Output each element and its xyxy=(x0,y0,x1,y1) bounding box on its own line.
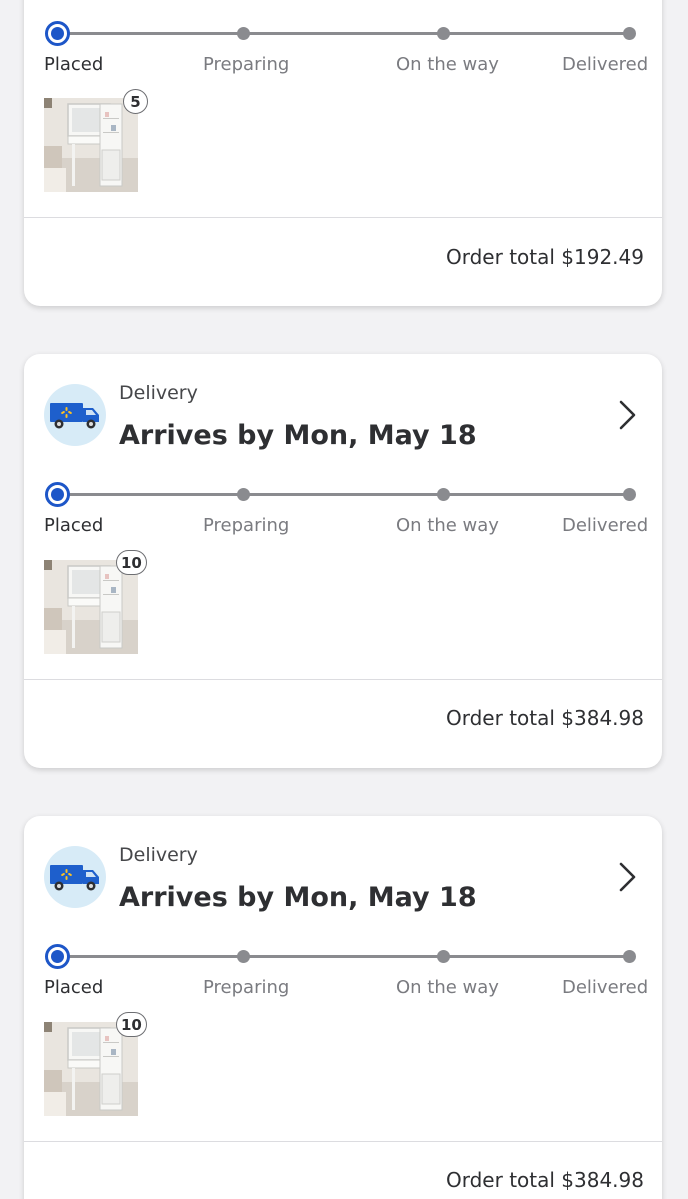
order-total: Order total $384.98 xyxy=(446,706,644,730)
stage-label-on-the-way: On the way xyxy=(396,977,499,998)
card-divider xyxy=(24,679,662,680)
stage-label-delivered: Delivered xyxy=(562,977,649,998)
order-total: Order total $384.98 xyxy=(446,1168,644,1192)
tracker-dot-delivered xyxy=(623,27,636,40)
delivery-truck-icon xyxy=(44,846,106,908)
stage-label-placed: Placed xyxy=(44,977,104,998)
tracker-dot-preparing xyxy=(237,27,250,40)
item-count-badge: 10 xyxy=(116,550,147,575)
delivery-label: Delivery xyxy=(119,844,198,866)
arrival-date: Arrives by Mon, May 18 xyxy=(119,420,477,451)
order-total: Order total $192.49 xyxy=(446,245,644,269)
stage-label-delivered: Delivered xyxy=(562,54,649,75)
vanity-desk-image xyxy=(44,98,138,192)
stage-label-preparing: Preparing xyxy=(203,54,290,75)
card-header[interactable]: Delivery Arrives by Mon, May 18 xyxy=(24,354,662,464)
tracker-dot-preparing xyxy=(237,488,250,501)
chevron-right-icon[interactable] xyxy=(614,860,640,894)
stage-label-preparing: Preparing xyxy=(203,515,290,536)
tracker-dot-delivered xyxy=(623,950,636,963)
tracker-line xyxy=(58,32,630,35)
tracker-dot-preparing xyxy=(237,950,250,963)
item-count-badge: 5 xyxy=(123,89,148,114)
card-divider xyxy=(24,217,662,218)
tracker-line xyxy=(58,955,630,958)
order-card[interactable]: Delivery Arrives by Mon, May 18 Placed P… xyxy=(24,354,662,768)
delivery-label: Delivery xyxy=(119,382,198,404)
delivery-truck-icon xyxy=(44,384,106,446)
stage-label-placed: Placed xyxy=(44,515,104,536)
orders-page: Placed Preparing On the way Delivered 5 … xyxy=(0,0,688,1199)
tracker-dot-placed xyxy=(45,482,70,507)
chevron-right-icon[interactable] xyxy=(614,398,640,432)
tracker-line xyxy=(58,493,630,496)
stage-label-delivered: Delivered xyxy=(562,515,649,536)
stage-label-on-the-way: On the way xyxy=(396,515,499,536)
order-status-tracker: Placed Preparing On the way Delivered xyxy=(24,481,662,541)
tracker-dot-delivered xyxy=(623,488,636,501)
product-thumbnail[interactable] xyxy=(44,98,138,192)
order-status-tracker: Placed Preparing On the way Delivered xyxy=(24,943,662,1003)
tracker-dot-placed xyxy=(45,21,70,46)
card-header[interactable]: Delivery Arrives by Mon, May 18 xyxy=(24,816,662,926)
order-card[interactable]: Delivery Arrives by Mon, May 18 Placed P… xyxy=(24,816,662,1199)
stage-label-preparing: Preparing xyxy=(203,977,290,998)
order-status-tracker: Placed Preparing On the way Delivered xyxy=(24,20,662,80)
arrival-date: Arrives by Mon, May 18 xyxy=(119,882,477,913)
tracker-dot-on-the-way xyxy=(437,27,450,40)
tracker-dot-placed xyxy=(45,944,70,969)
stage-label-on-the-way: On the way xyxy=(396,54,499,75)
card-divider xyxy=(24,1141,662,1142)
item-count-badge: 10 xyxy=(116,1012,147,1037)
stage-label-placed: Placed xyxy=(44,54,104,75)
order-card[interactable]: Placed Preparing On the way Delivered 5 … xyxy=(24,0,662,306)
tracker-dot-on-the-way xyxy=(437,488,450,501)
tracker-dot-on-the-way xyxy=(437,950,450,963)
